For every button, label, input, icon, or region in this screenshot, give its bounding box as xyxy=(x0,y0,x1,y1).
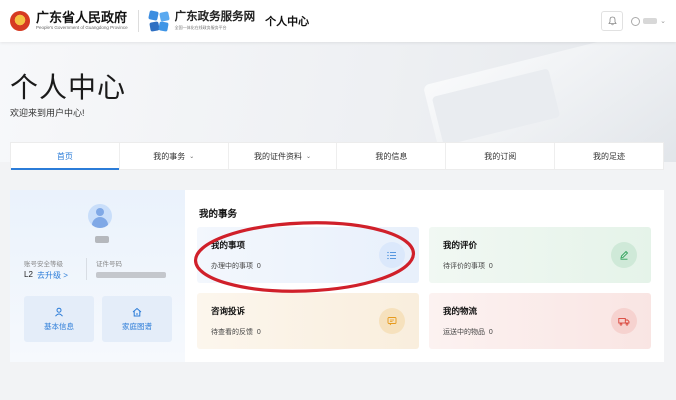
security-level-label: 账号安全等级 xyxy=(24,261,63,268)
card-title: 我的评价 xyxy=(443,240,478,250)
family-graph-label: 家庭图谱 xyxy=(122,321,152,331)
header-divider xyxy=(137,10,139,32)
avatar[interactable] xyxy=(88,204,112,228)
affairs-title: 我的事务 xyxy=(199,209,238,220)
brand-name: 广东省人民政府 xyxy=(36,10,128,26)
card-subtitle: 待评价的事项 0 xyxy=(443,263,493,270)
card-count: 0 xyxy=(488,329,493,336)
chevron-down-icon: ⌄ xyxy=(306,153,312,160)
bell-icon xyxy=(607,16,617,26)
profile-card: 账号安全等级 L2 去升级 > 证件号码 基本信息 家庭图谱 xyxy=(10,190,185,362)
main-nav: 首页 我的事务 ⌄ 我的证件资料 ⌄ 我的信息 我的订阅 我的足迹 xyxy=(10,142,664,170)
welcome-text: 欢迎来到用户中心! xyxy=(10,108,85,118)
card-title: 我的事项 xyxy=(211,240,246,250)
tab-my-footprints[interactable]: 我的足迹 xyxy=(555,143,663,169)
avatar-body xyxy=(92,217,108,228)
family-graph-button[interactable]: 家庭图谱 xyxy=(102,296,172,342)
tab-my-affairs[interactable]: 我的事务 ⌄ xyxy=(120,143,229,169)
tab-my-documents[interactable]: 我的证件资料 ⌄ xyxy=(229,143,338,169)
message-icon xyxy=(379,308,405,334)
chevron-down-icon: ⌄ xyxy=(189,153,195,160)
person-icon xyxy=(55,307,63,317)
affairs-section: 我的事务 我的事项 办理中的事项 0 我的评价 待评价的事项 0 咨询投诉 待查… xyxy=(185,190,664,362)
notification-button[interactable] xyxy=(601,11,624,31)
card-subtitle: 运送中的物品 0 xyxy=(443,329,493,336)
gov-service-subtitle: 全国一体化在线政务服务平台 xyxy=(174,24,227,30)
home-icon xyxy=(132,307,142,316)
content-panel: 账号安全等级 L2 去升级 > 证件号码 基本信息 家庭图谱 我的事务 我的事项… xyxy=(10,190,664,362)
card-subtitle: 待查看的反馈 0 xyxy=(211,329,261,336)
gov-service-logo[interactable]: 广东政务服务网 全国一体化在线政务服务平台 xyxy=(175,12,256,30)
card-count: 0 xyxy=(256,263,261,270)
brand-english: People's Government of Guangdong Provinc… xyxy=(36,25,128,31)
security-level-value: L2 xyxy=(24,270,33,279)
basic-info-button[interactable]: 基本信息 xyxy=(24,296,94,342)
upgrade-link[interactable]: 去升级 > xyxy=(37,270,68,281)
card-title: 咨询投诉 xyxy=(211,306,246,316)
username-redacted xyxy=(95,236,109,243)
chevron-down-icon: ⌄ xyxy=(660,18,666,25)
tab-my-subscriptions[interactable]: 我的订阅 xyxy=(446,143,556,169)
my-reviews-card[interactable]: 我的评价 待评价的事项 0 xyxy=(429,227,651,283)
tab-home[interactable]: 首页 xyxy=(11,143,120,170)
consult-complaint-card[interactable]: 咨询投诉 待查看的反馈 0 xyxy=(197,293,419,349)
page-crumb: 个人中心 xyxy=(265,16,310,28)
header-actions: ⌄ xyxy=(601,11,666,31)
user-icon xyxy=(631,16,641,26)
username-redacted xyxy=(643,18,658,24)
card-count: 0 xyxy=(488,263,493,270)
avatar-head xyxy=(96,208,104,216)
edit-icon xyxy=(611,242,637,268)
top-header: 广东省人民政府 People's Government of Guangdong… xyxy=(0,0,676,42)
gov-service-logo-icon xyxy=(147,10,170,32)
emblem-icon xyxy=(10,11,30,31)
list-icon xyxy=(379,242,405,268)
page-title: 个人中心 xyxy=(10,72,127,103)
my-logistics-card[interactable]: 我的物流 运送中的物品 0 xyxy=(429,293,651,349)
card-subtitle: 办理中的事项 0 xyxy=(211,263,261,270)
user-menu[interactable]: ⌄ xyxy=(631,16,666,26)
truck-icon xyxy=(611,308,637,334)
card-title: 我的物流 xyxy=(443,306,478,316)
profile-divider xyxy=(86,258,87,280)
card-count: 0 xyxy=(256,329,261,336)
id-number-redacted xyxy=(96,272,166,278)
tab-my-info[interactable]: 我的信息 xyxy=(337,143,447,169)
basic-info-label: 基本信息 xyxy=(44,321,74,331)
brand-logo[interactable]: 广东省人民政府 People's Government of Guangdong… xyxy=(36,11,128,31)
id-number-label: 证件号码 xyxy=(96,261,122,268)
gov-service-name: 广东政务服务网 xyxy=(174,11,256,24)
my-matters-card[interactable]: 我的事项 办理中的事项 0 xyxy=(197,227,419,283)
